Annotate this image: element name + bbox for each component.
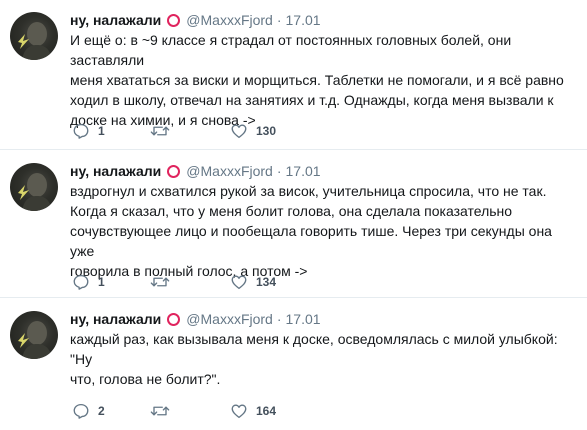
author-name[interactable]: ну, налажали (70, 12, 161, 28)
tweet-text: каждый раз, как вызывала меня к доске, о… (70, 331, 558, 387)
red-circle-badge-icon (167, 312, 181, 326)
retweet-button[interactable] (150, 119, 230, 143)
author-name[interactable]: ну, налажали (70, 311, 161, 327)
retweet-button[interactable] (150, 270, 230, 294)
like-button[interactable]: 130 (230, 119, 310, 143)
reply-icon (73, 403, 89, 419)
reply-button[interactable]: 2 (72, 399, 150, 423)
tweet-date[interactable]: 17.01 (286, 163, 321, 179)
tweet[interactable]: ну, налажали @MaxxxFjord · 17.01 вздрогн… (0, 151, 587, 298)
separator-dot: · (276, 163, 282, 179)
tweet-actions: 1 134 (72, 270, 310, 294)
like-count: 164 (256, 404, 277, 418)
tweet-date[interactable]: 17.01 (286, 12, 321, 28)
reply-count: 1 (98, 275, 105, 289)
author-handle[interactable]: @MaxxxFjord (186, 311, 273, 327)
reply-count: 2 (98, 404, 105, 418)
tweet[interactable]: ну, налажали @MaxxxFjord · 17.01 И ещё о… (0, 0, 587, 150)
red-circle-badge-icon (167, 164, 181, 178)
tweet-header: ну, налажали @MaxxxFjord · 17.01 (70, 10, 321, 30)
retweet-icon (150, 277, 170, 287)
red-circle-badge-icon (167, 13, 181, 27)
heart-icon (231, 404, 247, 419)
heart-icon (231, 275, 247, 290)
tweet-actions: 2 164 (72, 399, 310, 423)
avatar[interactable] (10, 311, 58, 359)
tweet-header: ну, налажали @MaxxxFjord · 17.01 (70, 161, 321, 181)
avatar[interactable] (10, 163, 58, 211)
tweet-thread: ну, налажали @MaxxxFjord · 17.01 И ещё о… (0, 0, 587, 430)
tweet-header: ну, налажали @MaxxxFjord · 17.01 (70, 309, 321, 329)
author-handle[interactable]: @MaxxxFjord (186, 12, 273, 28)
like-button[interactable]: 134 (230, 270, 310, 294)
separator-dot: · (276, 12, 282, 28)
like-count: 130 (256, 124, 277, 138)
avatar-photo-icon (18, 173, 52, 211)
tweet[interactable]: ну, налажали @MaxxxFjord · 17.01 каждый … (0, 299, 587, 430)
heart-icon (231, 124, 247, 139)
avatar[interactable] (10, 12, 58, 60)
retweet-icon (150, 406, 170, 416)
retweet-button[interactable] (150, 399, 230, 423)
reply-icon (73, 274, 89, 290)
reply-count: 1 (98, 124, 105, 138)
reply-icon (73, 123, 89, 139)
tweet-text: вздрогнул и схватился рукой за висок, уч… (70, 183, 552, 279)
retweet-icon (150, 126, 170, 136)
separator-dot: · (276, 311, 282, 327)
avatar-photo-icon (18, 22, 52, 60)
avatar-photo-icon (18, 321, 52, 359)
tweet-text: И ещё о: в ~9 классе я страдал от постоя… (70, 32, 564, 128)
reply-button[interactable]: 1 (72, 119, 150, 143)
like-button[interactable]: 164 (230, 399, 310, 423)
tweet-date[interactable]: 17.01 (286, 311, 321, 327)
reply-button[interactable]: 1 (72, 270, 150, 294)
author-handle[interactable]: @MaxxxFjord (186, 163, 273, 179)
like-count: 134 (256, 275, 277, 289)
tweet-actions: 1 130 (72, 119, 310, 143)
author-name[interactable]: ну, налажали (70, 163, 161, 179)
